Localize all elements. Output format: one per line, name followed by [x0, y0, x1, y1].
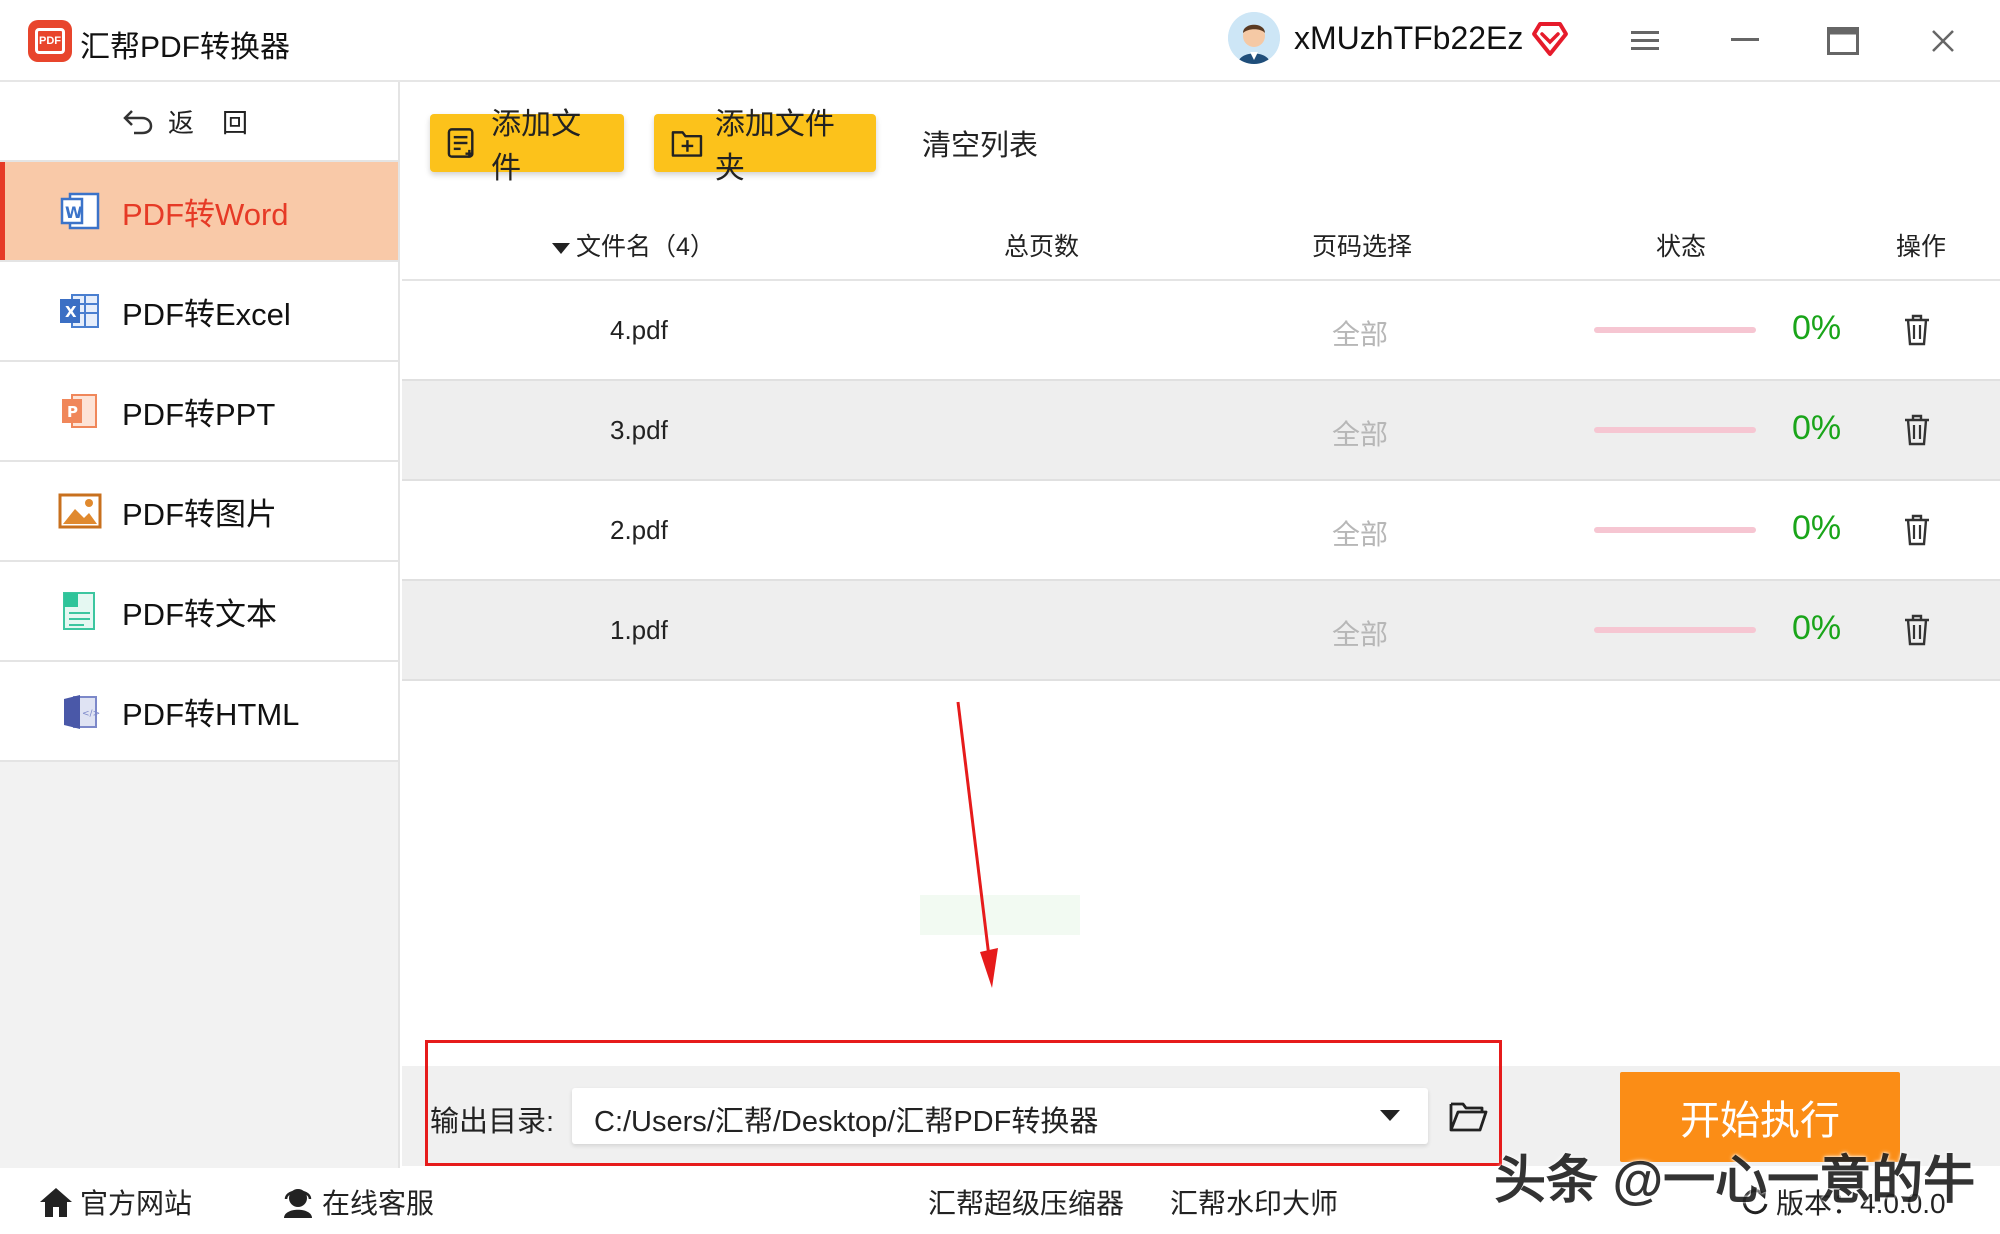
- sort-down-icon: [552, 242, 570, 254]
- file-name: 4.pdf: [610, 315, 668, 345]
- home-icon: [40, 1188, 72, 1217]
- progress-bar: [1594, 627, 1756, 633]
- close-icon[interactable]: [1918, 18, 1968, 64]
- delete-trash-icon[interactable]: [1902, 413, 1932, 447]
- username[interactable]: xMUzhTFb22Ez: [1294, 20, 1523, 57]
- watermark-master-link[interactable]: 汇帮水印大师: [1170, 1182, 1338, 1222]
- back-arrow-icon: [123, 110, 153, 135]
- svg-text:W: W: [65, 203, 83, 222]
- page-range-select[interactable]: 全部: [1332, 313, 1388, 353]
- range-header: 页码选择: [1312, 233, 1413, 261]
- sidebar-item-label: PDF转HTML: [122, 696, 300, 732]
- clear-list-button[interactable]: 清空列表: [922, 122, 1038, 164]
- sidebar-item-pdf-to-ppt[interactable]: P PDF转PPT: [0, 362, 398, 462]
- html-icon: </>: [58, 691, 102, 731]
- progress-percent: 0%: [1792, 409, 1842, 447]
- sidebar-item-label: PDF转PPT: [122, 396, 276, 432]
- official-website-label: 官方网站: [80, 1188, 193, 1219]
- file-name: 1.pdf: [610, 615, 668, 645]
- delete-trash-icon[interactable]: [1902, 513, 1932, 547]
- sidebar-item-label: PDF转文本: [122, 596, 277, 632]
- excel-icon: X: [58, 291, 102, 331]
- ppt-icon: P: [58, 391, 102, 431]
- progress-percent: 0%: [1792, 309, 1842, 347]
- page-range-select[interactable]: 全部: [1332, 613, 1388, 653]
- filename-header-label: 文件名（4）: [576, 233, 715, 261]
- table-row[interactable]: 2.pdf 全部 0%: [402, 481, 2000, 581]
- filename-header[interactable]: 文件名（4）: [552, 227, 715, 263]
- minimize-icon[interactable]: [1720, 18, 1770, 64]
- delete-trash-icon[interactable]: [1902, 613, 1932, 647]
- progress-percent: 0%: [1792, 609, 1842, 647]
- progress-percent: 0%: [1792, 509, 1842, 547]
- annotation-highlight-box: [425, 1040, 1502, 1166]
- file-table-header: 文件名（4） 总页数 页码选择 状态 操作: [402, 205, 2000, 281]
- progress-bar: [1594, 527, 1756, 533]
- status-header: 状态: [1656, 233, 1707, 261]
- toolbar: 添加文件 添加文件夹 清空列表: [402, 82, 2000, 202]
- add-folder-icon: [671, 131, 703, 157]
- progress-bar: [1594, 327, 1756, 333]
- pages-header: 总页数: [1004, 233, 1080, 261]
- maximize-icon[interactable]: [1818, 18, 1868, 64]
- table-row[interactable]: 3.pdf 全部 0%: [402, 381, 2000, 481]
- official-website-link[interactable]: 官方网站: [38, 1182, 192, 1222]
- word-icon: W: [58, 191, 102, 231]
- app-logo-icon: PDF: [28, 20, 72, 62]
- add-folder-button[interactable]: 添加文件夹: [654, 108, 876, 185]
- menu-icon[interactable]: [1620, 18, 1670, 64]
- svg-text:X: X: [65, 303, 77, 321]
- delete-trash-icon[interactable]: [1902, 313, 1932, 347]
- sidebar-item-label: PDF转Excel: [122, 296, 291, 332]
- sidebar-item-pdf-to-image[interactable]: PDF转图片: [0, 462, 398, 562]
- sidebar-item-label: PDF转Word: [122, 196, 289, 232]
- sidebar: 返回 W PDF转Word X PDF转Excel P PDF转PPT PDF转…: [0, 82, 400, 1168]
- annotation-arrow: [956, 701, 998, 988]
- add-folder-label: 添加文件夹: [714, 108, 835, 185]
- progress-bar: [1594, 427, 1756, 433]
- sidebar-item-pdf-to-text[interactable]: PDF转文本: [0, 562, 398, 662]
- sidebar-item-label: PDF转图片: [122, 496, 277, 532]
- back-label: 返回: [167, 107, 276, 138]
- user-avatar[interactable]: [1228, 12, 1280, 64]
- page-range-select[interactable]: 全部: [1332, 413, 1388, 453]
- headset-icon: [284, 1189, 312, 1218]
- sidebar-item-pdf-to-word[interactable]: W PDF转Word: [0, 162, 398, 262]
- add-file-icon: [447, 128, 474, 158]
- overlay-credit-text: 头条 @一心一意的牛: [1494, 1152, 1976, 1210]
- online-support-label: 在线客服: [322, 1188, 435, 1219]
- add-file-button[interactable]: 添加文件: [430, 108, 624, 185]
- back-button[interactable]: 返回: [0, 82, 398, 162]
- add-file-label: 添加文件: [491, 108, 582, 185]
- table-row[interactable]: 4.pdf 全部 0%: [402, 281, 2000, 381]
- sidebar-item-pdf-to-html[interactable]: </> PDF转HTML: [0, 662, 398, 762]
- page-range-select[interactable]: 全部: [1332, 513, 1388, 553]
- svg-text:P: P: [67, 403, 78, 421]
- table-row[interactable]: 1.pdf 全部 0%: [402, 581, 2000, 681]
- vip-diamond-icon[interactable]: [1530, 18, 1570, 58]
- sidebar-item-pdf-to-excel[interactable]: X PDF转Excel: [0, 262, 398, 362]
- app-title: 汇帮PDF转换器: [80, 31, 290, 64]
- file-name: 2.pdf: [610, 515, 668, 545]
- text-icon: [58, 591, 102, 631]
- title-bar: PDF 汇帮PDF转换器 xMUzhTFb22Ez: [0, 0, 2000, 82]
- online-support-link[interactable]: 在线客服: [280, 1182, 434, 1222]
- image-icon: [58, 491, 102, 531]
- compressor-link[interactable]: 汇帮超级压缩器: [928, 1182, 1124, 1222]
- file-name: 3.pdf: [610, 415, 668, 445]
- svg-text:</>: </>: [82, 709, 100, 719]
- action-header: 操作: [1896, 233, 1947, 261]
